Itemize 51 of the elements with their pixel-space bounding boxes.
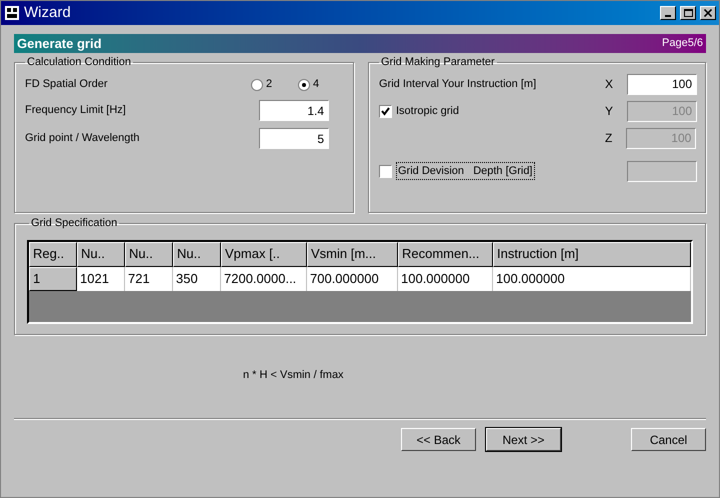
close-icon	[704, 9, 712, 17]
field-label: Grid point / Wavelength	[24, 131, 141, 146]
group-title: Grid Making Parameter	[380, 55, 496, 70]
column-header[interactable]: Nu..	[125, 242, 173, 266]
checkbox-label: Isotropic grid	[396, 104, 459, 119]
checkbox[interactable]	[379, 164, 392, 178]
table-cell: 100.000000	[493, 266, 691, 290]
column-header[interactable]: Nu..	[77, 242, 125, 266]
wizard-button[interactable]: << Back	[401, 428, 476, 451]
formula-text: n * H < Vsmin / fmax	[243, 368, 344, 384]
radio-button[interactable]	[251, 78, 263, 90]
radio-label: 2	[266, 77, 272, 92]
group-title: Grid Specification	[30, 216, 118, 231]
page-indicator: Page5/6	[662, 36, 703, 52]
maximize-icon	[684, 9, 692, 17]
column-header[interactable]: Vsmin [m...	[307, 242, 398, 266]
column-header[interactable]: Instruction [m]	[493, 242, 691, 266]
input-field[interactable]: 100	[627, 74, 697, 94]
column-header[interactable]: Recommen...	[398, 242, 493, 266]
step-title: Generate grid	[17, 34, 102, 53]
minimize-button[interactable]	[660, 6, 676, 20]
close-button[interactable]	[700, 6, 716, 20]
input-field[interactable]: 1.4	[259, 100, 329, 121]
wizard-button[interactable]: Next >>	[486, 428, 561, 451]
table-cell: 350	[173, 266, 221, 290]
field-label: Grid Interval Your Instruction [m]	[379, 76, 536, 92]
field-label: FD Spatial Order	[24, 77, 109, 92]
column-header[interactable]: Nu..	[173, 242, 221, 266]
table-cell: 100.000000	[398, 266, 493, 290]
window-title: Wizard	[24, 2, 72, 23]
table-cell: 700.000000	[307, 266, 398, 290]
checkbox[interactable]	[379, 104, 392, 118]
group-title: Calculation Condition	[26, 55, 132, 70]
axis-label: Z	[604, 130, 612, 147]
table-cell: 7200.0000...	[221, 266, 307, 290]
input-field[interactable]: 5	[259, 128, 329, 149]
radio-button[interactable]	[298, 78, 310, 90]
column-header[interactable]: Vpmax [..	[221, 242, 307, 266]
axis-label: X	[604, 76, 613, 93]
column-header[interactable]: Reg..	[29, 242, 77, 266]
app-icon	[4, 5, 20, 21]
radio-label: 4	[313, 77, 320, 92]
checkbox-label: Grid Devision Depth [Grid]	[396, 162, 534, 180]
maximize-button[interactable]	[680, 6, 696, 20]
field-label: Frequency Limit [Hz]	[24, 103, 127, 118]
table-cell: 721	[125, 266, 173, 290]
wizard-button[interactable]: Cancel	[631, 428, 706, 451]
minimize-icon	[665, 15, 671, 17]
axis-label: Y	[604, 103, 613, 120]
table-cell: 1021	[77, 266, 125, 290]
row-header: 1	[29, 266, 77, 290]
